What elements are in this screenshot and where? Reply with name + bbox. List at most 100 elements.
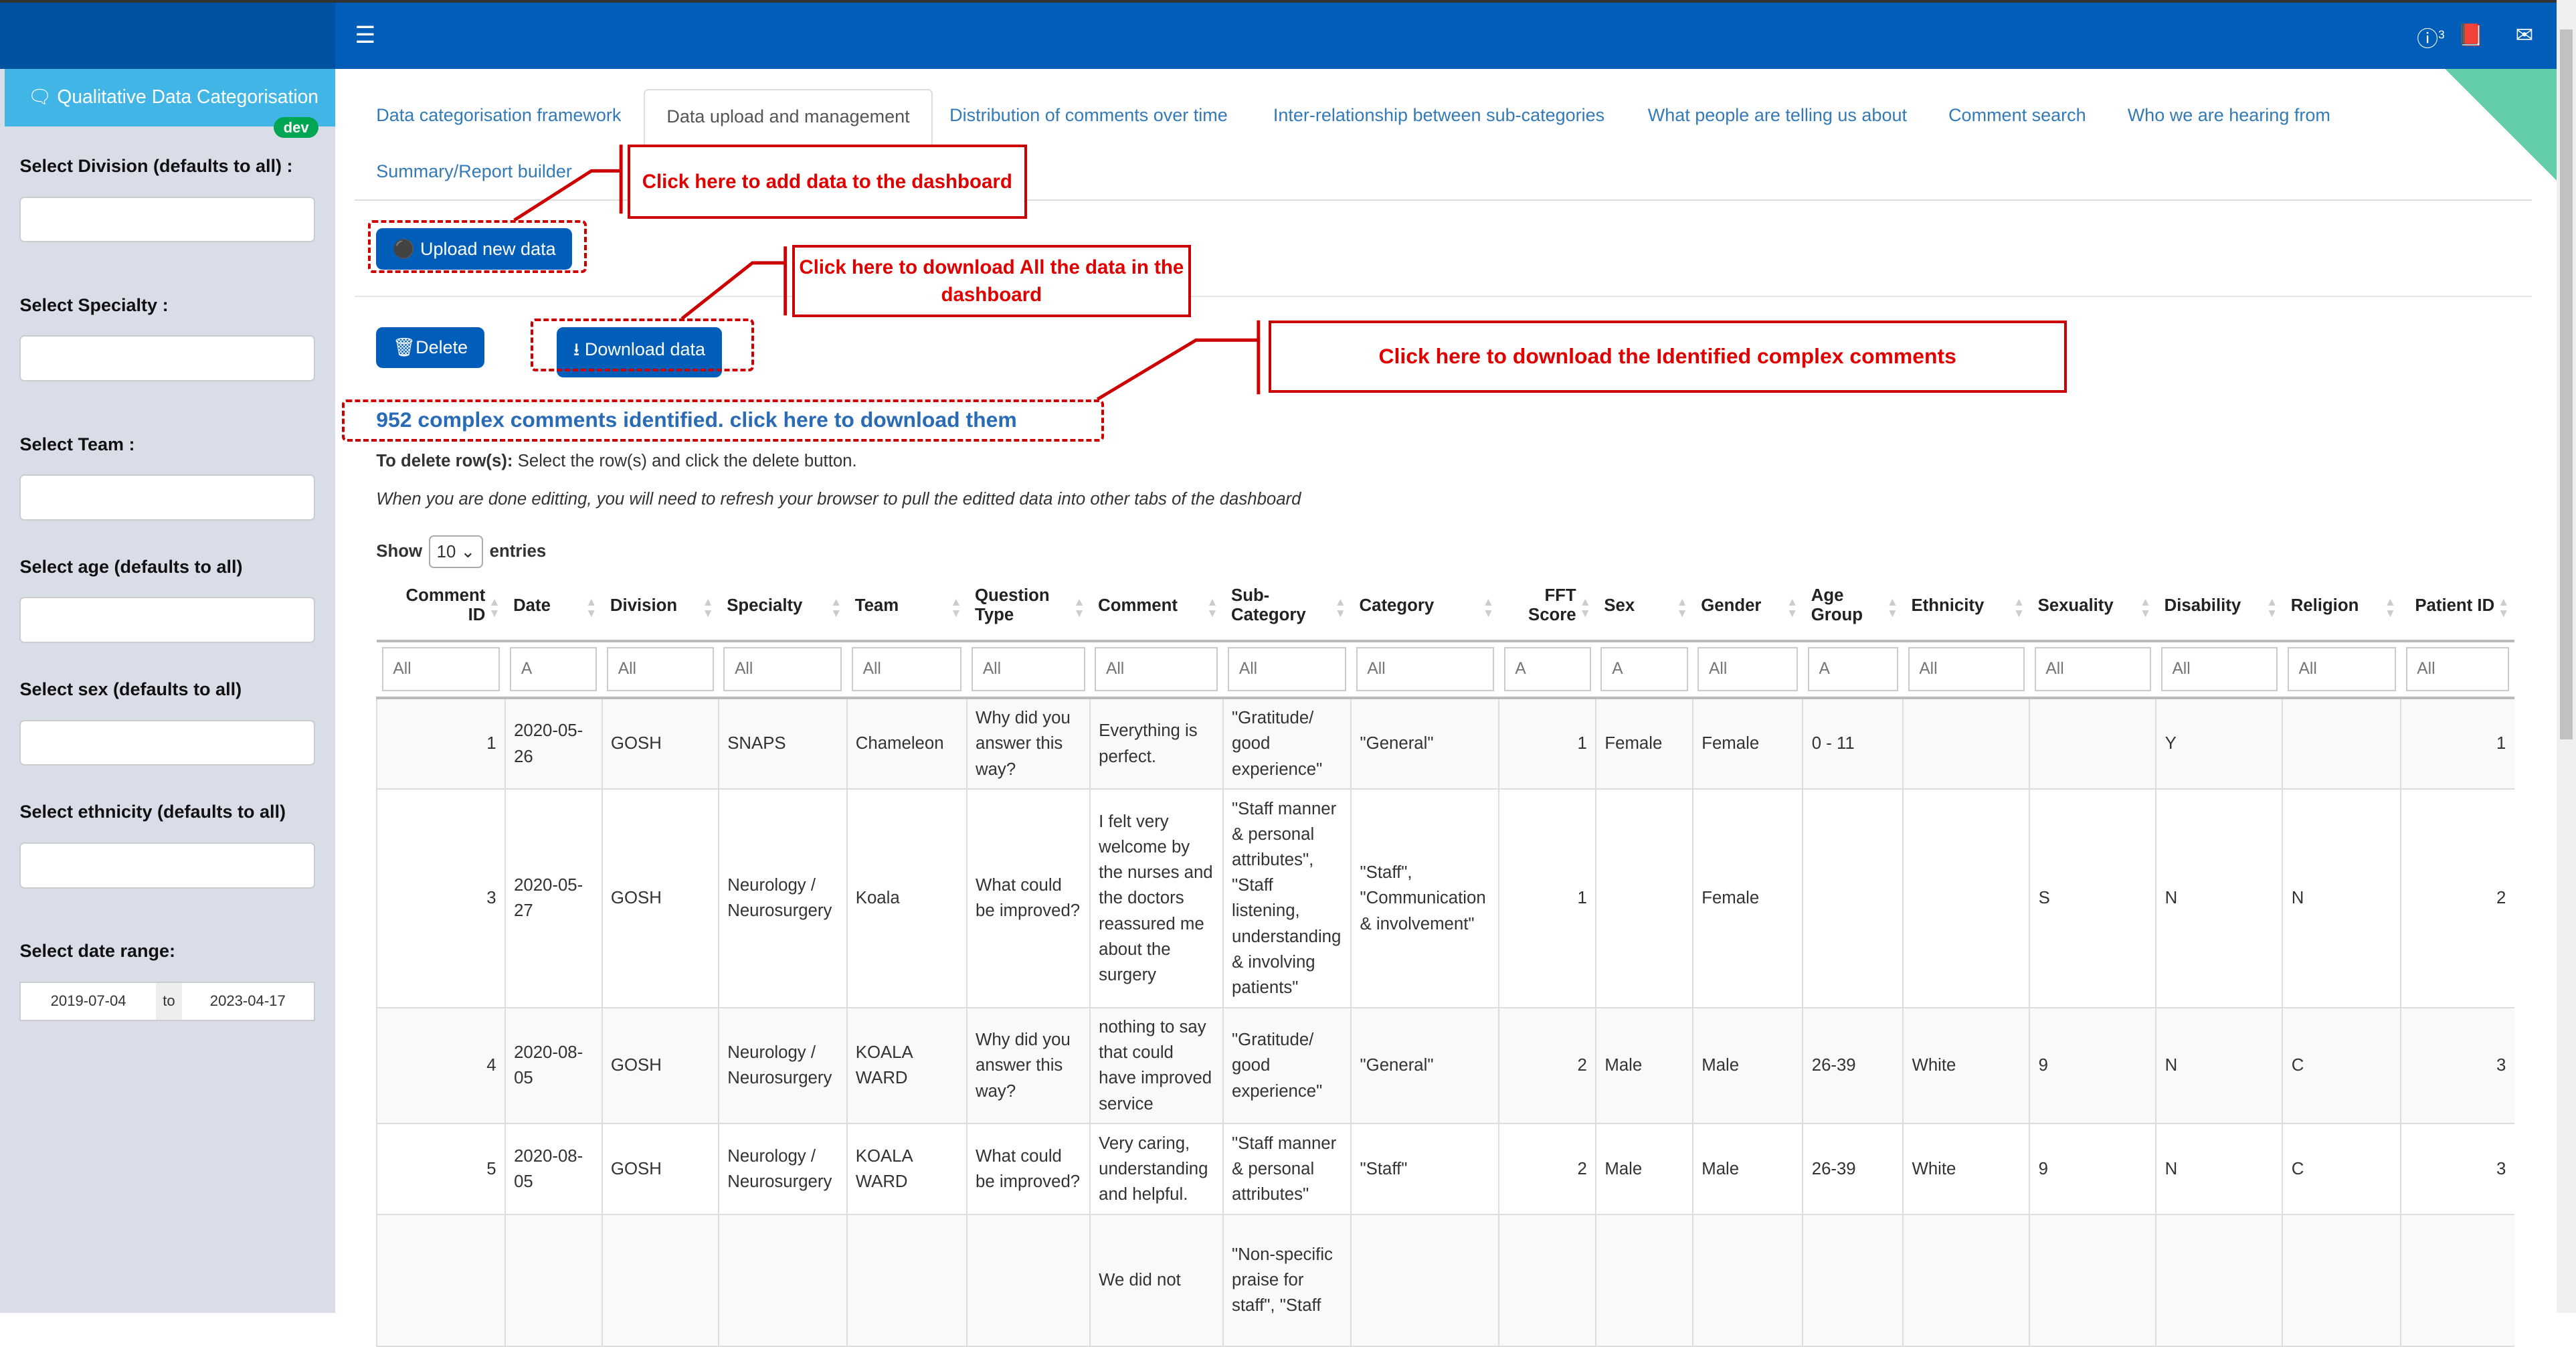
sort-icon: ▲ ▼ [2140, 595, 2151, 620]
table-cell: White [1902, 1124, 2030, 1216]
column-header[interactable]: Patient ID ▲ ▼ [2401, 571, 2514, 642]
column-filter-input[interactable] [1697, 646, 1799, 692]
column-header-label: Disability [2164, 596, 2241, 615]
column-header-label: Patient ID [2415, 596, 2495, 615]
table-cell: 26-39 [1802, 1124, 1904, 1216]
table-cell: 2020-08-05 [504, 1007, 602, 1125]
column-filter-input[interactable] [2034, 646, 2151, 692]
column-header-label: Team [854, 596, 899, 615]
sort-icon: ▲ ▼ [488, 595, 500, 620]
column-header[interactable]: Disability ▲ ▼ [2156, 571, 2283, 642]
table-cell: Neurology / Neurosurgery [717, 789, 847, 1008]
table-cell [2029, 1215, 2156, 1347]
table-row[interactable]: 5 2020-08-05 GOSH Neurology / Neurosurgery K… [376, 1124, 2514, 1216]
column-header[interactable]: Question Type ▲ ▼ [966, 571, 1090, 642]
column-filter-input[interactable] [1228, 646, 1346, 692]
table-cell: N [2155, 789, 2283, 1008]
table-cell: 3 [2400, 1124, 2514, 1216]
table-cell: Female [1691, 789, 1803, 1008]
table-cell: "Staff" [1350, 1124, 1499, 1216]
sort-icon: ▲ ▼ [1786, 595, 1799, 620]
entries-label: entries [489, 542, 547, 561]
column-filter-input[interactable] [2287, 646, 2396, 692]
column-header[interactable]: Team ▲ ▼ [846, 571, 967, 642]
table-cell [1802, 1215, 1904, 1347]
column-filter-input[interactable] [381, 646, 500, 692]
column-header[interactable]: FFT Score ▲ ▼ [1499, 571, 1596, 642]
column-header[interactable]: Sexuality ▲ ▼ [2029, 571, 2156, 642]
column-header[interactable]: Date ▲ ▼ [504, 571, 602, 642]
column-filter-input[interactable] [723, 646, 842, 692]
table-cell: 3 [2400, 1007, 2514, 1125]
column-header-label: Comment [1098, 596, 1178, 615]
table-cell [1691, 1215, 1803, 1347]
table-cell [1498, 1215, 1596, 1347]
table-cell: 9 [2029, 1124, 2156, 1216]
entries-select[interactable]: 10 ⌄ [428, 535, 483, 569]
table-cell: 2 [2400, 789, 2514, 1008]
sort-icon: ▲ ▼ [1482, 595, 1494, 620]
column-filter-input[interactable] [2160, 646, 2278, 692]
table-cell: 1 [1498, 697, 1596, 790]
column-header[interactable]: Age Group ▲ ▼ [1803, 571, 1904, 642]
column-header-label: Specialty [727, 596, 803, 615]
table-cell: "General" [1350, 697, 1499, 790]
table-cell: KOALA WARD [846, 1007, 967, 1125]
table-cell [2155, 1215, 2283, 1347]
table-row[interactable]: 1 2020-05-26 GOSH SNAPS Chameleon Why did you… [376, 697, 2514, 790]
data-table: Comment ID ▲ ▼ Date ▲ ▼ Division ▲ ▼ Specialty ▲ ▼ T… [376, 571, 2514, 1347]
column-header[interactable]: Division ▲ ▼ [602, 571, 719, 642]
column-filter-input[interactable] [1503, 646, 1591, 692]
column-filter-input[interactable] [972, 646, 1085, 692]
sort-icon: ▲ ▼ [2266, 595, 2278, 620]
table-cell [376, 1215, 505, 1347]
column-header-label: Age Group [1811, 586, 1863, 625]
column-header-label: Gender [1701, 596, 1762, 615]
table-cell: "General" [1350, 1007, 1499, 1125]
column-header[interactable]: Sex ▲ ▼ [1596, 571, 1693, 642]
table-row[interactable]: We did not "Non-specific praise for staff… [376, 1215, 2514, 1347]
complex-comments-link[interactable]: 952 complex comments identified. click h… [376, 408, 1016, 432]
column-header-label: Sex [1604, 596, 1635, 615]
column-filter-input[interactable] [1356, 646, 1494, 692]
column-filter-input[interactable] [851, 646, 962, 692]
scrollbar-thumb[interactable] [2559, 29, 2573, 739]
column-filter-input[interactable] [1807, 646, 1898, 692]
column-filter-input[interactable] [1600, 646, 1688, 692]
column-header[interactable]: Religion ▲ ▼ [2282, 571, 2401, 642]
column-filter-input[interactable] [1908, 646, 2025, 692]
table-cell: Male [1595, 1007, 1693, 1125]
column-header[interactable]: Category ▲ ▼ [1351, 571, 1499, 642]
column-header[interactable]: Comment ID ▲ ▼ [377, 571, 505, 642]
table-cell: C [2282, 1124, 2401, 1216]
table-cell: "Gratitude/ good experience" [1222, 697, 1352, 790]
table-cell: 1 [376, 697, 505, 790]
table-cell: I felt very welcome by the nurses and th… [1089, 789, 1223, 1008]
scrollbar[interactable] [2556, 0, 2576, 1313]
column-header[interactable]: Gender ▲ ▼ [1692, 571, 1803, 642]
column-header[interactable]: Sub-Category ▲ ▼ [1222, 571, 1352, 642]
column-header[interactable]: Comment ▲ ▼ [1089, 571, 1223, 642]
column-header[interactable]: Ethnicity ▲ ▼ [1903, 571, 2030, 642]
column-header[interactable]: Specialty ▲ ▼ [718, 571, 847, 642]
table-cell: 9 [2029, 1007, 2156, 1125]
table-cell: 2020-08-05 [504, 1124, 602, 1216]
table-cell [965, 1215, 1090, 1347]
table-cell [2282, 1215, 2401, 1347]
show-label: Show [376, 542, 422, 561]
sort-icon: ▲ ▼ [1579, 595, 1591, 620]
sort-icon: ▲ ▼ [702, 595, 714, 620]
column-filter-input[interactable] [1095, 646, 1218, 692]
table-cell: 0 - 11 [1802, 697, 1904, 790]
table-row[interactable]: 4 2020-08-05 GOSH Neurology / Neurosurgery K… [376, 1007, 2514, 1125]
table-row[interactable]: 3 2020-05-27 GOSH Neurology / Neurosurgery K… [376, 789, 2514, 1008]
table-cell: 2020-05-26 [504, 697, 602, 790]
column-filter-input[interactable] [607, 646, 714, 692]
column-filter-input[interactable] [510, 646, 597, 692]
column-header-label: Division [610, 596, 678, 615]
sort-icon: ▲ ▼ [950, 595, 962, 620]
column-header-label: Date [513, 596, 551, 615]
column-header-label: Sexuality [2037, 596, 2114, 615]
column-filter-input[interactable] [2405, 646, 2510, 692]
table-cell [2400, 1215, 2514, 1347]
